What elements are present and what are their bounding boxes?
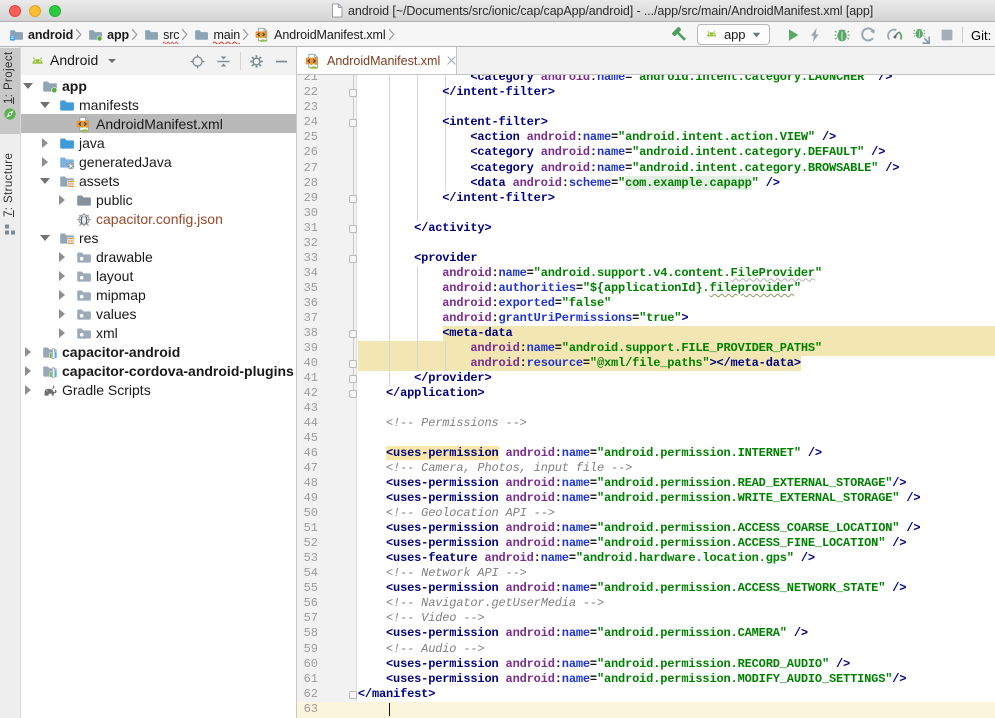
svg-text:{}: {} — [79, 217, 88, 225]
